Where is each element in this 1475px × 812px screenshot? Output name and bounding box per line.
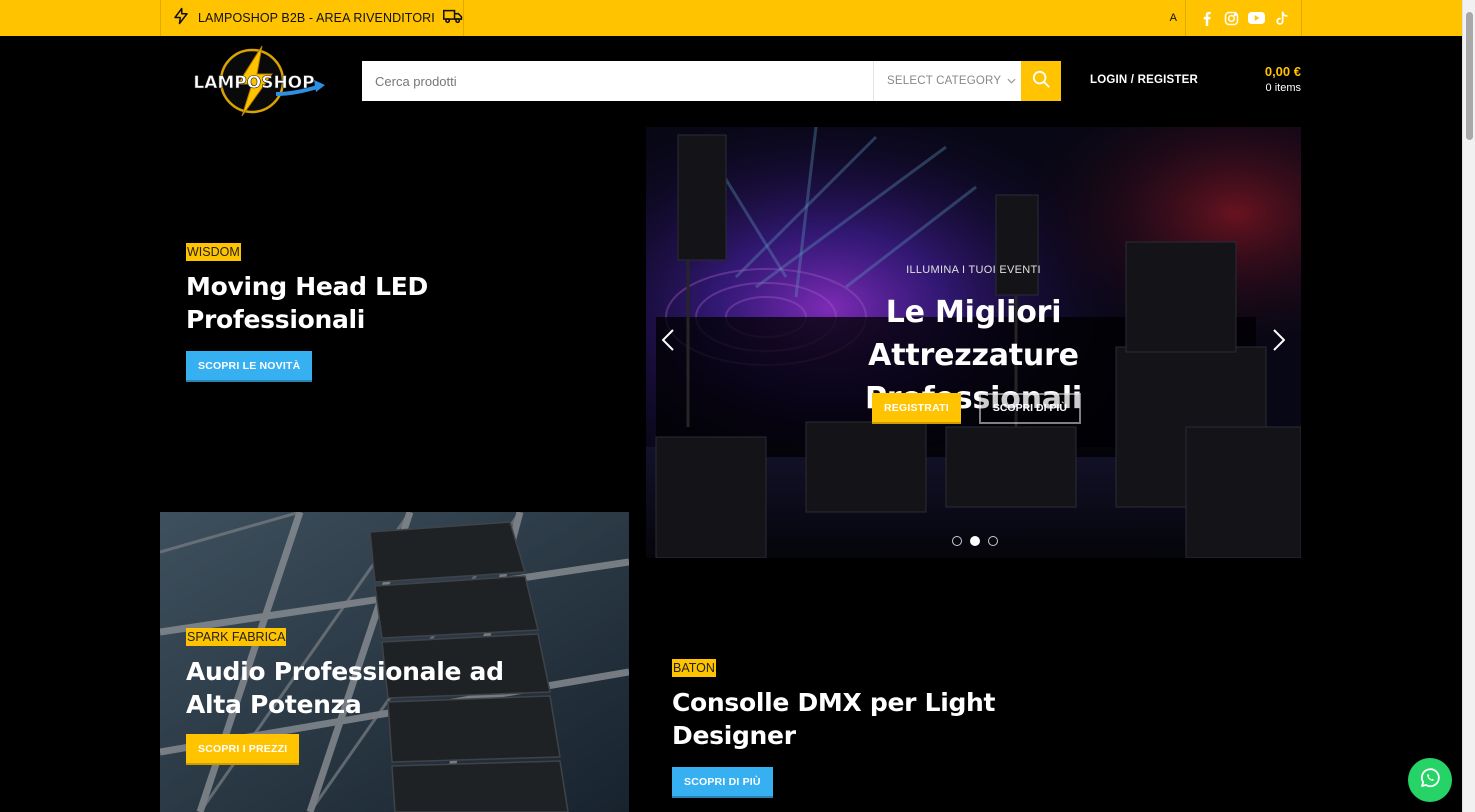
discover-more-dmx-button[interactable]: SCOPRI DI PIÙ [672, 767, 773, 798]
bolt-icon [172, 7, 190, 30]
category-select[interactable]: SELECT CATEGORY [873, 61, 1021, 101]
truck-icon [442, 7, 463, 30]
banner-title: Audio Professionale ad Alta Potenza [186, 657, 504, 719]
promo-banner-audio[interactable]: SPARK FABRICA Audio Professionale ad Alt… [160, 512, 629, 812]
brand-tag: WISDOM [186, 243, 241, 261]
instagram-icon[interactable] [1223, 10, 1240, 27]
facebook-icon[interactable] [1198, 10, 1215, 27]
slider-pagination [952, 536, 998, 546]
cart-item-count: 0 items [1265, 82, 1301, 94]
slider-next-button[interactable] [1267, 328, 1291, 356]
discover-new-button[interactable]: SCOPRI LE NOVITÀ [186, 351, 313, 382]
brand-tag: BATON [672, 659, 716, 677]
discover-prices-button[interactable]: SCOPRI I PREZZI [186, 734, 300, 765]
category-select-label: SELECT CATEGORY [887, 75, 1002, 87]
slide-kicker: ILLUMINA I TUOI EVENTI [906, 264, 1041, 276]
promo-banner-dmx[interactable]: BATON Consolle DMX per Light Designer SC… [646, 576, 1301, 812]
site-logo[interactable]: LAMPOSHOP [180, 44, 328, 118]
search-bar: SELECT CATEGORY [362, 61, 1061, 101]
youtube-icon[interactable] [1248, 10, 1265, 27]
page-scrollbar[interactable] [1462, 0, 1475, 812]
cart-widget[interactable]: 0,00 € 0 items [1265, 64, 1301, 94]
discover-more-button[interactable]: SCOPRI DI PIÙ [978, 393, 1081, 424]
top-bar: LAMPOSHOP B2B - AREA RIVENDITORI A [0, 0, 1462, 36]
slider-dot-3[interactable] [988, 536, 998, 546]
social-links [1186, 0, 1302, 36]
scrollbar-thumb[interactable] [1466, 12, 1473, 140]
whatsapp-chat-button[interactable] [1408, 758, 1452, 802]
login-register-link[interactable]: LOGIN / REGISTER [1090, 74, 1198, 86]
promo-banner-moving-head[interactable]: WISDOM Moving Head LED Professionali SCO… [160, 127, 629, 511]
slide-buttons: REGISTRATI SCOPRI DI PIÙ [872, 393, 1081, 424]
chevron-down-icon [1007, 75, 1016, 87]
search-icon [1032, 70, 1050, 93]
brand-tag: SPARK FABRICA [186, 628, 287, 646]
banner-title: Consolle DMX per Light Designer [672, 688, 996, 750]
search-input[interactable] [362, 61, 873, 101]
site-header: LAMPOSHOP SELECT CATEGORY LOGIN / REGIST… [0, 36, 1462, 126]
hero-slider: ILLUMINA I TUOI EVENTI Le Migliori Attre… [646, 127, 1301, 558]
slider-dot-1[interactable] [952, 536, 962, 546]
tiktok-icon[interactable] [1273, 10, 1290, 27]
search-button[interactable] [1021, 61, 1061, 101]
slider-prev-button[interactable] [656, 328, 680, 356]
cart-price: 0,00 € [1264, 64, 1301, 79]
topbar-truncated-text: A [1169, 12, 1177, 24]
chevron-right-icon [1273, 328, 1286, 356]
whatsapp-icon [1418, 766, 1442, 795]
logo-text: LAMPOSHOP [193, 73, 314, 93]
topbar-right: A [1170, 0, 1302, 36]
announcement-text: LAMPOSHOP B2B - AREA RIVENDITORI [198, 11, 435, 25]
register-button[interactable]: REGISTRATI [872, 393, 961, 424]
slider-dot-2[interactable] [970, 536, 980, 546]
chevron-left-icon [661, 328, 674, 356]
banner-title: Moving Head LED Professionali [186, 272, 428, 334]
announcement-bar: LAMPOSHOP B2B - AREA RIVENDITORI [160, 0, 464, 36]
